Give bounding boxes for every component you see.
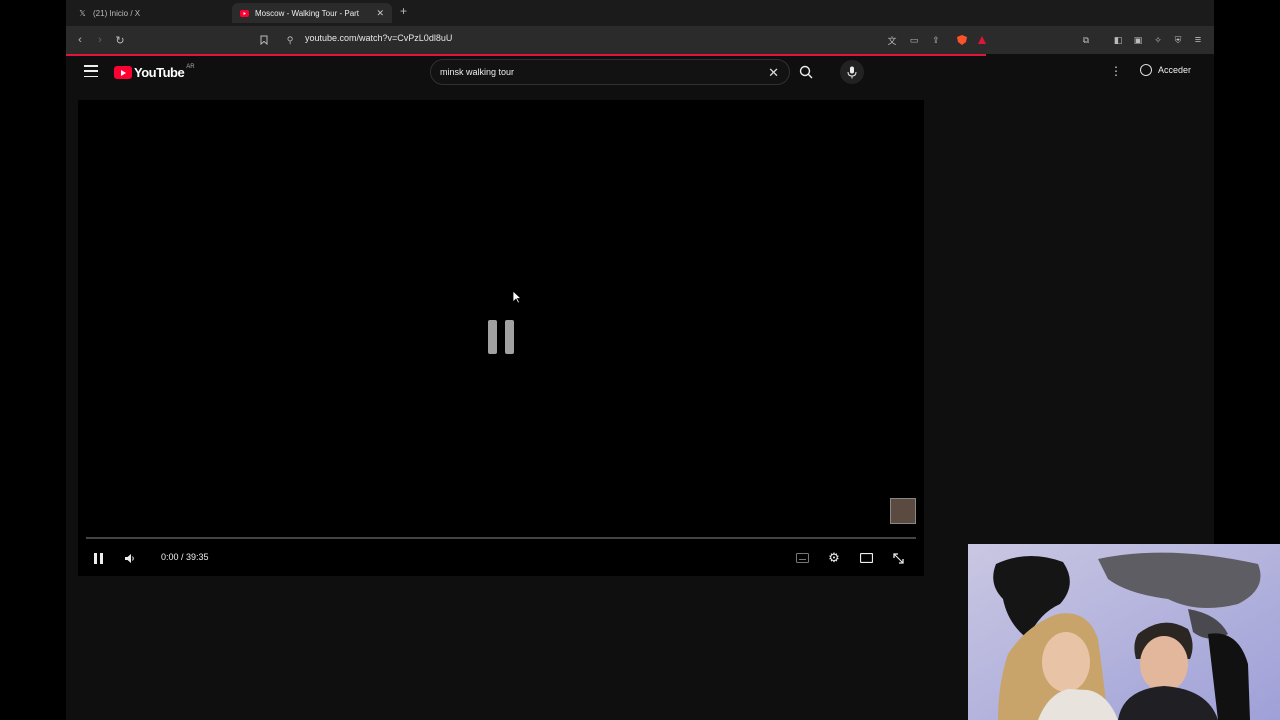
- close-tab-icon[interactable]: ✕: [376, 8, 384, 19]
- brave-rewards-icon[interactable]: [974, 32, 990, 48]
- pause-icon: [93, 552, 103, 564]
- theater-mode-icon: [859, 553, 873, 563]
- vpn-icon[interactable]: ⛨: [1170, 32, 1186, 48]
- country-code: AR: [186, 63, 195, 70]
- volume-icon: [125, 553, 134, 563]
- clear-search-icon[interactable]: ✕: [768, 65, 779, 81]
- theater-mode-button[interactable]: [856, 550, 876, 566]
- sign-in-button[interactable]: Acceder: [1140, 64, 1191, 76]
- tab-title: Moscow - Walking Tour - Part: [255, 8, 360, 18]
- reload-icon[interactable]: ↻: [112, 32, 128, 48]
- webcam-feed-image: [968, 544, 1280, 720]
- address-bar[interactable]: youtube.com/watch?v=CvPzL0dl8uU: [305, 33, 452, 43]
- volume-button[interactable]: [120, 550, 140, 566]
- tab-title: (21) Inicio / X: [93, 8, 141, 18]
- channel-watermark[interactable]: [890, 498, 916, 524]
- pause-button[interactable]: [88, 550, 108, 566]
- youtube-play-icon: [114, 66, 132, 79]
- search-box[interactable]: minsk walking tour ✕: [430, 59, 790, 85]
- time-display: 0:00 / 39:35: [161, 552, 209, 562]
- new-tab-button[interactable]: +: [400, 4, 407, 18]
- webcam-overlay: [968, 544, 1280, 720]
- youtube-logo[interactable]: YouTube AR: [114, 63, 195, 80]
- subtitles-icon: [795, 553, 809, 563]
- youtube-header: YouTube AR minsk walking tour ✕ ⋮ Accede…: [66, 56, 1214, 90]
- fullscreen-button[interactable]: [888, 550, 908, 566]
- back-icon[interactable]: ‹: [72, 32, 88, 48]
- microphone-icon: [847, 66, 857, 78]
- share-icon[interactable]: ⇪: [928, 32, 944, 48]
- site-settings-icon[interactable]: ⚲: [282, 32, 298, 48]
- wallet-icon[interactable]: ▣: [1130, 32, 1146, 48]
- x-logo-icon: 𝕏: [79, 8, 86, 18]
- tab-bar: 𝕏 (21) Inicio / X Moscow - Walking Tour …: [66, 0, 1214, 26]
- tab-youtube-video[interactable]: Moscow - Walking Tour - Part ✕: [232, 3, 392, 23]
- leo-ai-icon[interactable]: ✧: [1150, 32, 1166, 48]
- extension-icon[interactable]: ⧉: [1078, 32, 1094, 48]
- search-input[interactable]: minsk walking tour: [440, 67, 514, 77]
- center-pause-icon[interactable]: [488, 320, 514, 354]
- video-player[interactable]: 0:00 / 39:35 ⚙: [78, 100, 924, 576]
- browser-menu-icon[interactable]: ≡: [1190, 32, 1206, 48]
- settings-gear-icon[interactable]: ⚙: [824, 550, 844, 566]
- search-icon: [799, 65, 813, 79]
- logo-text: YouTube: [134, 65, 185, 80]
- browser-toolbar: ‹ › ↻ ⚲ youtube.com/watch?v=CvPzL0dl8uU …: [66, 26, 1214, 54]
- cast-icon[interactable]: ▭: [906, 32, 922, 48]
- sidebar-icon[interactable]: ◧: [1110, 32, 1126, 48]
- tab-x-inicio[interactable]: 𝕏 (21) Inicio / X: [70, 3, 232, 23]
- progress-bar[interactable]: [86, 537, 916, 539]
- search-button[interactable]: [790, 59, 822, 85]
- youtube-favicon-icon: [240, 9, 249, 18]
- brave-shield-icon[interactable]: [954, 32, 970, 48]
- forward-icon[interactable]: ›: [92, 32, 108, 48]
- fullscreen-icon: [892, 552, 904, 564]
- bookmark-icon[interactable]: [256, 32, 272, 48]
- subtitles-button[interactable]: [792, 550, 812, 566]
- sign-in-label: Acceder: [1158, 65, 1192, 75]
- hamburger-menu-icon[interactable]: [84, 65, 98, 77]
- translate-icon[interactable]: 文: [884, 32, 900, 48]
- account-icon: [1140, 64, 1152, 76]
- mouse-cursor-icon: [512, 290, 522, 304]
- more-options-icon[interactable]: ⋮: [1110, 64, 1122, 78]
- voice-search-button[interactable]: [840, 60, 864, 84]
